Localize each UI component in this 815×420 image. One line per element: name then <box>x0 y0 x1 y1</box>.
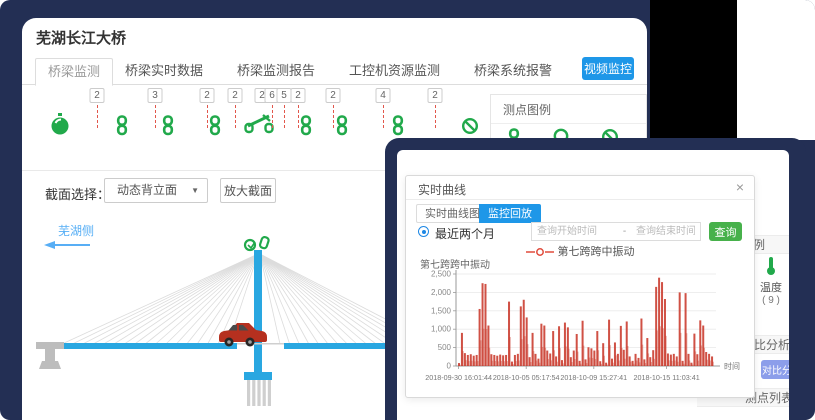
end-time-input[interactable] <box>631 222 701 241</box>
chain-icon[interactable] <box>115 115 129 141</box>
sensor-count-badge: 2 <box>228 88 243 103</box>
background-window <box>737 0 815 140</box>
svg-text:时间: 时间 <box>724 361 740 371</box>
sensor-count-badge: 5 <box>277 88 292 103</box>
tab-monitor-playback[interactable]: 监控回放 <box>479 204 541 223</box>
bridge-tower <box>254 250 262 374</box>
svg-text:2018-10-05 05:17:54: 2018-10-05 05:17:54 <box>493 373 560 382</box>
sensor-dashed-line <box>272 105 273 128</box>
chain-icon[interactable] <box>299 115 313 141</box>
black-overlay-window <box>650 0 737 140</box>
sensor-count-badge: 2 <box>90 88 105 103</box>
video-monitor-button[interactable]: 视频监控 <box>582 57 634 80</box>
sensor-count-badge: 2 <box>326 88 341 103</box>
chevron-down-icon: ▼ <box>191 179 199 202</box>
front-window-content: 测点图例 温度 ( 9 ) 对比分析 对比分析 测点列表 实时曲线 × <box>397 150 789 420</box>
filter-row: 最近两个月 - 查询 <box>406 222 754 242</box>
svg-text:2,500: 2,500 <box>431 270 452 279</box>
sensor-count-badge: 2 <box>200 88 215 103</box>
main-tab-0[interactable]: 桥梁监测 <box>35 58 113 86</box>
svg-text:2018-10-09 15:27:41: 2018-10-09 15:27:41 <box>560 373 627 382</box>
sensor-count-badge: 2 <box>428 88 443 103</box>
start-time-input[interactable] <box>531 222 618 241</box>
svg-text:2018-09-30 16:01:44: 2018-09-30 16:01:44 <box>425 373 492 382</box>
svg-text:2018-10-15 11:03:41: 2018-10-15 11:03:41 <box>633 373 699 382</box>
enlarge-section-button[interactable]: 放大截面 <box>220 178 276 203</box>
sensor-dashed-line <box>435 105 436 128</box>
svg-text:1,500: 1,500 <box>431 306 452 315</box>
sensor-dashed-line <box>383 105 384 128</box>
range-separator: - <box>618 222 631 241</box>
chain-icon[interactable] <box>335 115 349 141</box>
svg-text:1,000: 1,000 <box>431 325 452 334</box>
temperature-count: ( 9 ) <box>749 295 789 306</box>
temperature-legend-item[interactable]: 温度 ( 9 ) <box>749 256 789 306</box>
legend-text: 第七跨跨中振动 <box>558 246 635 258</box>
thermometer-icon <box>749 256 789 279</box>
sensor-count-badge: 3 <box>148 88 163 103</box>
section-select[interactable]: 动态背立面 ▼ <box>104 178 208 203</box>
section-select-label: 截面选择： <box>45 184 110 203</box>
stopwatch-icon[interactable] <box>50 113 70 141</box>
legend-marker-icon <box>526 247 554 257</box>
sensor-dashed-line <box>235 105 236 128</box>
legend-panel: 测点图例 <box>490 94 647 140</box>
query-button[interactable]: 查询 <box>709 222 742 241</box>
close-icon[interactable]: × <box>736 179 744 195</box>
chain-icon[interactable] <box>208 115 222 141</box>
main-tab-3[interactable]: 工控机资源监测 <box>337 58 452 85</box>
front-window-frame: 测点图例 温度 ( 9 ) 对比分析 对比分析 测点列表 实时曲线 × <box>385 138 806 420</box>
sensor-dashed-line <box>284 105 285 128</box>
compare-analysis-button[interactable]: 对比分析 <box>761 360 789 379</box>
radio-label: 最近两个月 <box>435 225 495 242</box>
main-tab-2[interactable]: 桥梁监测报告 <box>225 58 327 85</box>
bearing-icon[interactable] <box>243 114 275 141</box>
main-tab-1[interactable]: 桥梁实时数据 <box>113 58 215 85</box>
realtime-curve-dialog: 实时曲线 × 实时曲线图 监控回放 最近两个月 - 查询 第七跨跨中振动 第七跨… <box>405 175 755 398</box>
vibration-chart: 0 500 1,000 1,500 2,000 2,500 2018-09-30 16:01… <box>414 266 748 394</box>
main-tab-4[interactable]: 桥梁系统报警 <box>462 58 564 85</box>
page-title: 芜湖长江大桥 <box>36 27 126 48</box>
sensor-dashed-line <box>155 105 156 128</box>
sensor-count-badge: 2 <box>291 88 306 103</box>
sensor-dashed-line <box>333 105 334 128</box>
chain-icon[interactable] <box>161 115 175 141</box>
desktop-background: 芜湖长江大桥 桥梁监测桥梁实时数据桥梁监测报告工控机资源监测桥梁系统报警 视频监… <box>0 0 815 420</box>
sensor-dashed-line <box>97 105 98 128</box>
svg-text:500: 500 <box>438 343 452 352</box>
dialog-header: 实时曲线 × <box>406 176 754 200</box>
bridge-pier <box>36 342 64 369</box>
tower-sensor-icons <box>245 236 269 250</box>
tab-bar: 桥梁监测桥梁实时数据桥梁监测报告工控机资源监测桥梁系统报警 <box>22 58 647 85</box>
svg-text:2,000: 2,000 <box>431 288 452 297</box>
sensor-count-badge: 4 <box>376 88 391 103</box>
tower-piles <box>247 380 271 406</box>
tower-crossbeam <box>244 372 272 380</box>
legend-panel-title: 测点图例 <box>491 95 646 124</box>
forbidden-icon[interactable] <box>461 117 479 140</box>
radio-last-two-months[interactable] <box>418 226 429 237</box>
section-select-value: 动态背立面 <box>117 183 177 197</box>
svg-text:0: 0 <box>447 362 452 371</box>
dialog-title: 实时曲线 <box>418 181 466 198</box>
temperature-label: 温度 <box>749 279 789 295</box>
bridge-deck-left <box>58 343 237 349</box>
